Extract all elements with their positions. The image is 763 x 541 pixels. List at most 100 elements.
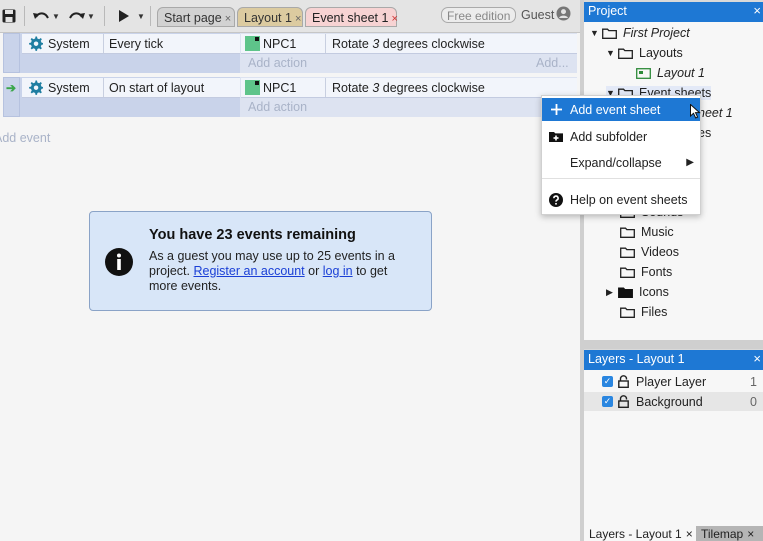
tree-item-files[interactable]: Files [620, 305, 667, 319]
tab-layout-1[interactable]: Layout 1 × [237, 7, 303, 27]
menu-item-expand-collapse[interactable]: Expand/collapse ▶ [542, 151, 700, 174]
tree-label: Music [641, 225, 674, 239]
free-edition-badge[interactable]: Free edition [441, 7, 517, 23]
condition-object: System [48, 80, 90, 95]
layer-row-player-layer[interactable]: ✓ Player Layer 1 [584, 372, 763, 391]
panel-title: Project [588, 4, 627, 18]
play-icon [119, 10, 129, 22]
chevron-down-icon[interactable]: ▼ [606, 48, 616, 58]
tree-item-layouts[interactable]: ▼ Layouts [606, 46, 683, 60]
tree-item-videos[interactable]: Videos [620, 245, 679, 259]
tree-label: Layout 1 [657, 66, 705, 80]
layer-name: Background [636, 394, 703, 409]
chevron-down-icon: ▼ [137, 11, 145, 21]
event-block[interactable]: ➔ System On start of layout NPC1 Rotate … [3, 77, 577, 117]
sprite-icon [245, 36, 260, 51]
log-in-link[interactable]: log in [323, 264, 353, 278]
help-icon [542, 192, 570, 207]
tree-item-layout-1[interactable]: Layout 1 [636, 66, 705, 80]
menu-divider [542, 178, 700, 179]
action-text-post: degrees clockwise [379, 80, 485, 95]
save-button[interactable] [2, 7, 16, 25]
tree-item-fonts[interactable]: Fonts [620, 265, 672, 279]
condition-row[interactable]: System On start of layout [22, 78, 240, 98]
folder-icon [620, 227, 635, 238]
action-text: Rotate 3 degrees clockwise [332, 81, 485, 95]
notice-title: You have 23 events remaining [149, 227, 356, 243]
event-margin[interactable] [3, 33, 20, 73]
event-block[interactable]: System Every tick NPC1 Rotate 3 degrees … [3, 33, 577, 73]
events-remaining-notice: You have 23 events remaining As a guest … [89, 211, 432, 311]
tab-event-sheet-1[interactable]: Event sheet 1 × [305, 7, 398, 27]
preview-button[interactable]: ▼ [118, 7, 145, 25]
avatar[interactable] [556, 6, 571, 21]
tab-tilemap[interactable]: Tilemap × [696, 526, 763, 541]
add-action-link[interactable]: Add action [248, 100, 307, 114]
tab-start-page[interactable]: Start page × [157, 7, 235, 27]
close-icon[interactable]: × [225, 13, 231, 25]
close-icon[interactable]: × [295, 13, 301, 25]
close-icon[interactable]: × [391, 13, 397, 25]
close-icon[interactable]: × [753, 3, 761, 18]
action-row[interactable]: NPC1 Rotate 3 degrees clockwise [241, 34, 577, 54]
chevron-down-icon: ▼ [87, 11, 95, 21]
visibility-checkbox[interactable]: ✓ [602, 376, 613, 387]
tree-item-event-sheet-1[interactable]: heet 1 [698, 106, 733, 120]
menu-item-label: Add subfolder [570, 129, 648, 144]
action-text: Rotate 3 degrees clockwise [332, 37, 485, 51]
layers-list[interactable]: ✓ Player Layer 1 ✓ Background 0 [584, 370, 763, 528]
tree-item-first-project[interactable]: ▼ First Project [590, 26, 690, 40]
tree-item-icons[interactable]: ▶ Icons [606, 285, 669, 299]
undo-button[interactable]: ▼ [33, 7, 60, 25]
tree-item-music[interactable]: Music [620, 225, 674, 239]
menu-item-help-event-sheets[interactable]: Help on event sheets [542, 188, 700, 211]
redo-icon [69, 12, 85, 19]
add-action-more-link[interactable]: Add... [536, 56, 569, 70]
project-panel-header: Project × [584, 2, 763, 22]
add-event-link[interactable]: Add event [0, 131, 50, 145]
tree-label: heet 1 [698, 106, 733, 120]
trigger-arrow-icon: ➔ [6, 81, 17, 95]
tree-label: Fonts [641, 265, 673, 279]
toolbar-divider [24, 6, 25, 26]
add-action-link[interactable]: Add action [248, 56, 307, 70]
register-account-link[interactable]: Register an account [193, 264, 304, 278]
close-icon[interactable]: × [747, 527, 754, 541]
menu-item-add-subfolder[interactable]: Add subfolder [542, 125, 700, 148]
action-text-post: degrees clockwise [379, 36, 485, 51]
visibility-checkbox[interactable]: ✓ [602, 396, 613, 407]
toolbar-divider [150, 6, 151, 26]
chevron-down-icon[interactable]: ▼ [590, 28, 600, 38]
guest-label[interactable]: Guest [521, 8, 554, 22]
bottom-tab-bar: Layers - Layout 1 × Tilemap × [584, 526, 763, 541]
chevron-right-icon[interactable]: ▶ [606, 287, 616, 298]
layers-panel-header: Layers - Layout 1 × [584, 350, 763, 370]
layer-index: 1 [750, 374, 757, 389]
tree-label: Files [641, 305, 668, 319]
action-row[interactable]: NPC1 Rotate 3 degrees clockwise [241, 78, 577, 98]
redo-button[interactable]: ▼ [68, 7, 95, 25]
tab-label: Layout 1 [244, 11, 292, 25]
unlock-icon[interactable] [618, 395, 629, 408]
unlock-icon[interactable] [618, 375, 629, 388]
menu-item-label: Add event sheet [570, 102, 661, 117]
condition-row[interactable]: System Every tick [22, 34, 240, 54]
gear-icon [29, 36, 43, 51]
action-text-pre: Rotate [332, 80, 373, 95]
event-sheet[interactable]: System Every tick NPC1 Rotate 3 degrees … [0, 33, 580, 541]
panel-splitter[interactable] [584, 340, 763, 349]
action-text-pre: Rotate [332, 36, 373, 51]
folder-icon [620, 247, 635, 258]
menu-item-label: Help on event sheets [570, 192, 688, 207]
close-icon[interactable]: × [686, 527, 693, 541]
action-object: NPC1 [263, 80, 297, 95]
chevron-down-icon: ▼ [52, 11, 60, 21]
tab-label: Start page [164, 11, 222, 25]
condition-object: System [48, 36, 90, 51]
tab-layers-layout-1[interactable]: Layers - Layout 1 × [584, 526, 696, 541]
layer-row-background[interactable]: ✓ Background 0 [584, 392, 763, 411]
notice-body: As a guest you may use up to 25 events i… [149, 249, 419, 294]
close-icon[interactable]: × [753, 351, 761, 366]
menu-item-add-event-sheet[interactable]: Add event sheet [542, 98, 700, 121]
layout-icon [636, 67, 651, 79]
